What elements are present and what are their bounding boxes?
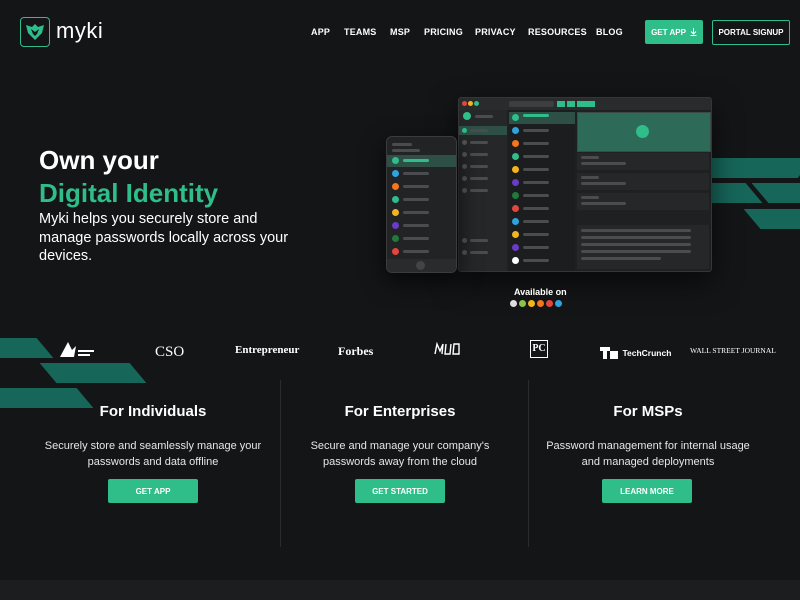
nav-resources[interactable]: RESOURCES <box>528 27 587 37</box>
press-logo-wsj: WALL STREET JOURNAL <box>690 346 776 355</box>
nav-app[interactable]: APP <box>311 27 330 37</box>
nav-blog[interactable]: BLOG <box>596 27 623 37</box>
nav-pricing[interactable]: PRICING <box>424 27 463 37</box>
nav-privacy[interactable]: PRIVACY <box>475 27 516 37</box>
press-logo-muo-icon <box>434 341 460 361</box>
press-logo-fast-company-icon <box>58 340 96 363</box>
msps-title: For MSPs <box>613 403 683 420</box>
decorative-stripe <box>0 338 54 358</box>
individuals-title: For Individuals <box>99 403 207 420</box>
desktop-app-mockup <box>458 97 712 272</box>
press-logo-forbes: Forbes <box>338 344 374 358</box>
decorative-stripe <box>743 209 800 229</box>
press-logo-cso: CSO <box>155 344 185 360</box>
available-on-label: Available on <box>514 287 567 297</box>
press-logo-pcmag: PC <box>530 340 548 358</box>
msps-text: Password management for internal usage a… <box>546 440 750 468</box>
get-app-label: GET APP <box>651 27 686 37</box>
get-app-button-individuals[interactable]: GET APP <box>108 479 198 503</box>
hero-title-line2: Digital Identity <box>39 178 219 208</box>
download-icon <box>690 28 697 36</box>
techcrunch-label: TechCrunch <box>622 347 672 358</box>
opera-icon[interactable] <box>546 300 553 307</box>
get-app-button[interactable]: GET APP <box>645 20 703 44</box>
get-started-button[interactable]: GET STARTED <box>355 479 445 503</box>
individuals-text: Securely store and seamlessly manage you… <box>44 440 262 468</box>
myki-shield-icon[interactable] <box>20 17 50 47</box>
press-logo-techcrunch: TechCrunch <box>600 344 671 362</box>
decorative-stripe <box>39 363 147 383</box>
learn-more-button[interactable]: LEARN MORE <box>602 479 692 503</box>
press-logo-entrepreneur: Entrepreneur <box>235 344 300 356</box>
android-icon[interactable] <box>519 300 526 307</box>
firefox-icon[interactable] <box>537 300 544 307</box>
nav-msp[interactable]: MSP <box>390 27 410 37</box>
logo-wordmark[interactable]: myki <box>56 18 103 44</box>
footer-band <box>0 580 800 600</box>
enterprises-text: Secure and manage your company's passwor… <box>310 440 490 468</box>
chrome-icon[interactable] <box>528 300 535 307</box>
hero-subtitle: Myki helps you securely store and manage… <box>39 211 289 264</box>
techcrunch-tc-icon <box>600 346 618 359</box>
edge-icon[interactable] <box>555 300 562 307</box>
hero-title-line1: Own your <box>39 145 159 175</box>
mobile-app-mockup <box>386 136 457 273</box>
nav-teams[interactable]: TEAMS <box>344 27 377 37</box>
portal-signup-button[interactable]: PORTAL SIGNUP <box>712 20 790 45</box>
apple-icon[interactable] <box>510 300 517 307</box>
enterprises-title: For Enterprises <box>344 403 456 420</box>
